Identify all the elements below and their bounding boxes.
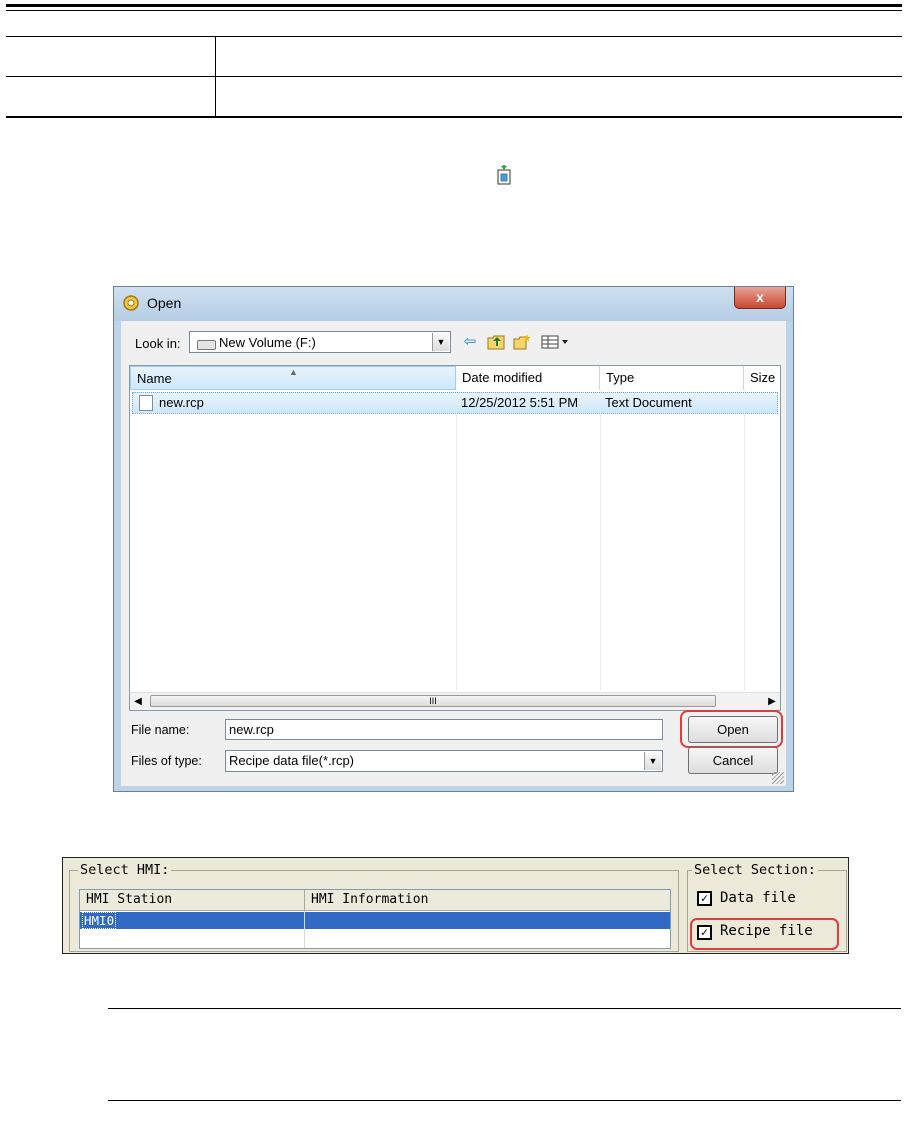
column-divider bbox=[456, 390, 457, 690]
files-of-type-label: Files of type: bbox=[131, 754, 202, 768]
file-name-label: File name: bbox=[131, 723, 190, 737]
column-header-hmi-information[interactable]: HMI Information bbox=[305, 890, 670, 911]
import-recipe-icon bbox=[497, 165, 511, 185]
data-file-checkbox[interactable]: ✓ bbox=[697, 891, 712, 906]
file-name: new.rcp bbox=[159, 395, 204, 410]
view-menu-icon[interactable] bbox=[541, 334, 571, 350]
dialog-title: Open bbox=[147, 295, 182, 311]
file-date-modified: 12/25/2012 5:51 PM bbox=[461, 395, 579, 410]
column-header-size[interactable]: Size bbox=[744, 366, 780, 390]
dialog-body: Look in: New Volume (F:) ▼ ⇦ ▲ Name Date… bbox=[121, 321, 786, 786]
drive-icon bbox=[197, 340, 216, 350]
look-in-label: Look in: bbox=[135, 336, 181, 351]
scroll-thumb[interactable]: III bbox=[150, 695, 716, 707]
header-top-rule bbox=[6, 4, 902, 7]
cancel-button[interactable]: Cancel bbox=[688, 747, 778, 774]
table-row-divider bbox=[6, 36, 902, 37]
table-column-divider bbox=[215, 36, 216, 117]
horizontal-scrollbar[interactable]: ◀ III ▶ bbox=[130, 692, 780, 710]
recipe-file-checkbox[interactable]: ✓ bbox=[697, 925, 712, 940]
file-type: Text Document bbox=[605, 395, 692, 410]
gear-icon bbox=[123, 295, 139, 311]
dialog-titlebar[interactable]: Open x bbox=[114, 287, 793, 321]
file-name-input[interactable]: new.rcp bbox=[225, 719, 663, 740]
table-row[interactable]: HMI0 bbox=[80, 912, 670, 929]
new-folder-icon[interactable] bbox=[513, 334, 531, 350]
scroll-right-icon[interactable]: ▶ bbox=[764, 693, 780, 710]
column-header-date[interactable]: Date modified bbox=[456, 366, 600, 390]
column-header-type[interactable]: Type bbox=[600, 366, 744, 390]
chevron-down-icon[interactable]: ▼ bbox=[644, 752, 661, 770]
open-button[interactable]: Open bbox=[688, 716, 778, 743]
document-icon bbox=[139, 395, 153, 411]
column-divider bbox=[744, 390, 745, 690]
header-top-rule-thin bbox=[6, 10, 902, 11]
data-file-label: Data file bbox=[720, 890, 796, 906]
recipe-file-label: Recipe file bbox=[720, 923, 813, 939]
column-header-hmi-station[interactable]: HMI Station bbox=[80, 890, 305, 911]
file-row[interactable]: new.rcp 12/25/2012 5:51 PM Text Document bbox=[132, 392, 778, 414]
column-header-name[interactable]: ▲ Name bbox=[130, 366, 456, 390]
scroll-left-icon[interactable]: ◀ bbox=[130, 693, 146, 710]
look-in-value: New Volume (F:) bbox=[219, 335, 316, 350]
files-of-type-dropdown[interactable]: Recipe data file(*.rcp) ▼ bbox=[225, 750, 663, 772]
note-bottom-rule bbox=[108, 1100, 901, 1101]
open-dialog: Open x Look in: New Volume (F:) ▼ ⇦ ▲ Na… bbox=[113, 286, 794, 792]
select-section-legend: Select Section: bbox=[692, 862, 818, 878]
column-divider bbox=[304, 911, 305, 948]
up-folder-icon[interactable] bbox=[487, 334, 505, 350]
column-divider bbox=[600, 390, 601, 690]
select-hmi-legend: Select HMI: bbox=[78, 862, 172, 878]
hmi-panel: Select HMI: HMI Station HMI Information … bbox=[62, 857, 849, 954]
back-arrow-icon[interactable]: ⇦ bbox=[461, 334, 479, 350]
look-in-dropdown[interactable]: New Volume (F:) ▼ bbox=[189, 331, 451, 353]
file-list: ▲ Name Date modified Type Size new.rcp 1… bbox=[129, 365, 781, 711]
hmi-station-cell: HMI0 bbox=[81, 912, 117, 929]
resize-grip[interactable] bbox=[772, 772, 784, 784]
sort-arrow-icon: ▲ bbox=[289, 367, 298, 377]
table-bottom-rule bbox=[6, 116, 902, 118]
chevron-down-icon[interactable]: ▼ bbox=[432, 333, 449, 351]
hmi-table: HMI Station HMI Information HMI0 bbox=[79, 889, 671, 949]
table-row-divider bbox=[6, 76, 902, 77]
close-button[interactable]: x bbox=[734, 287, 786, 309]
note-top-rule bbox=[108, 1008, 901, 1009]
files-of-type-value: Recipe data file(*.rcp) bbox=[229, 753, 354, 768]
